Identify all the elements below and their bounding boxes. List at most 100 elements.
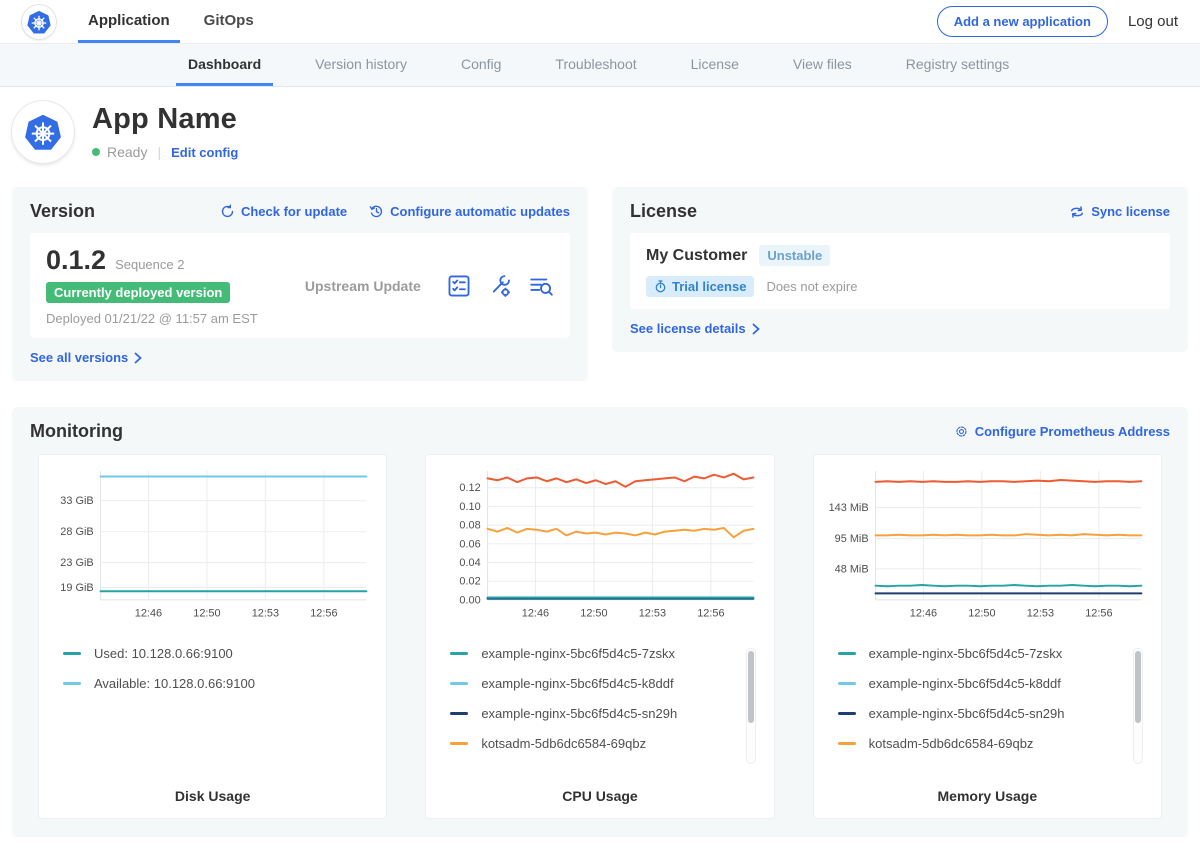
chevron-right-icon (134, 352, 142, 364)
version-card-title: Version (30, 201, 95, 222)
checklist-icon (446, 273, 472, 299)
legend-scrollbar-thumb[interactable] (1135, 651, 1141, 723)
legend-color-dash (63, 652, 81, 655)
y-axis-tick-label: 23 GiB (60, 557, 93, 569)
y-axis-tick-label: 19 GiB (60, 582, 93, 594)
configure-automatic-updates-label: Configure automatic updates (390, 204, 570, 219)
legend-label: example-nginx-5bc6f5d4c5-sn29h (481, 706, 677, 721)
legend-item: example-nginx-5bc6f5d4c5-k8ddf (838, 676, 1151, 691)
x-axis-tick-label: 12:46 (135, 608, 162, 620)
subnav-tab-view-files[interactable]: View files (781, 44, 864, 86)
version-card: Version Check for update Configure autom… (12, 187, 588, 381)
x-axis-tick-label: 12:50 (581, 608, 608, 620)
see-license-details-link[interactable]: See license details (630, 321, 760, 336)
version-number: 0.1.2 (46, 245, 106, 276)
x-axis-tick-label: 12:56 (698, 608, 725, 620)
tab-gitops[interactable]: GitOps (194, 0, 264, 43)
subnav-tab-registry-settings[interactable]: Registry settings (894, 44, 1021, 86)
app-subnav: Dashboard Version history Config Trouble… (0, 44, 1200, 87)
disk-usage-plot[interactable]: 33 GiB28 GiB23 GiB19 GiB12:4612:5012:531… (49, 463, 376, 636)
divider: | (157, 144, 161, 160)
legend-item: example-nginx-5bc6f5d4c5-k8ddf (450, 676, 763, 691)
update-type-label: Upstream Update (280, 278, 446, 294)
subnav-tab-dashboard[interactable]: Dashboard (176, 44, 273, 86)
series-line (875, 480, 1141, 482)
subnav-tab-license[interactable]: License (679, 44, 751, 86)
subnav-tab-troubleshoot[interactable]: Troubleshoot (543, 44, 648, 86)
y-axis-tick-label: 143 MiB (828, 502, 868, 514)
legend-scrollbar-track (1133, 648, 1143, 764)
y-axis-tick-label: 48 MiB (834, 563, 868, 575)
legend-label: example-nginx-5bc6f5d4c5-sn29h (869, 706, 1065, 721)
legend-item: kotsadm-5db6dc6584-69qbz (450, 736, 763, 751)
app-avatar-kubernetes-icon (12, 101, 74, 163)
legend-color-dash (838, 652, 856, 655)
x-axis-tick-label: 12:50 (193, 608, 220, 620)
legend-label: example-nginx-5bc6f5d4c5-k8ddf (869, 676, 1061, 691)
x-axis-tick-label: 12:56 (310, 608, 337, 620)
monitoring-title: Monitoring (30, 421, 123, 442)
x-axis-tick-label: 12:53 (252, 608, 279, 620)
status-dot-icon (92, 148, 100, 156)
check-for-update-link[interactable]: Check for update (220, 204, 347, 219)
cpu-usage-chart-card: 0.120.100.080.060.040.020.0012:4612:5012… (425, 454, 774, 819)
series-line (875, 534, 1141, 535)
sync-icon (1069, 205, 1085, 219)
tab-application[interactable]: Application (78, 0, 180, 43)
topnav-tabs: Application GitOps (78, 0, 278, 43)
chevron-right-icon (752, 323, 760, 335)
x-axis-tick-label: 12:46 (909, 608, 936, 620)
legend-label: kotsadm-5db6dc6584-69qbz (481, 736, 646, 751)
series-line (488, 474, 754, 487)
sync-license-label: Sync license (1091, 204, 1170, 219)
configure-automatic-updates-link[interactable]: Configure automatic updates (369, 204, 570, 219)
check-for-update-label: Check for update (241, 204, 347, 219)
subnav-tab-version-history[interactable]: Version history (303, 44, 419, 86)
view-yaml-files-button[interactable] (528, 273, 554, 299)
y-axis-tick-label: 0.02 (460, 576, 481, 588)
y-axis-tick-label: 0.08 (460, 520, 481, 532)
currently-deployed-badge: Currently deployed version (46, 282, 230, 303)
preflight-checks-button[interactable] (446, 273, 472, 299)
see-all-versions-link[interactable]: See all versions (30, 350, 142, 365)
logout-button[interactable]: Log out (1128, 13, 1178, 30)
legend-color-dash (838, 712, 856, 715)
edit-config-link[interactable]: Edit config (171, 145, 238, 160)
legend-color-dash (63, 682, 81, 685)
gear-icon (954, 424, 969, 439)
add-application-button[interactable]: Add a new application (937, 6, 1108, 37)
license-card: License Sync license My Customer Unstabl… (612, 187, 1188, 352)
x-axis-tick-label: 12:53 (1026, 608, 1053, 620)
legend-item: Used: 10.128.0.66:9100 (63, 646, 376, 661)
legend-label: example-nginx-5bc6f5d4c5-7zskx (481, 646, 675, 661)
legend-label: Available: 10.128.0.66:9100 (94, 676, 255, 691)
y-axis-tick-label: 0.06 (460, 538, 481, 550)
app-status: Ready (107, 144, 147, 160)
legend-color-dash (838, 682, 856, 685)
legend-item: example-nginx-5bc6f5d4c5-7zskx (450, 646, 763, 661)
sync-license-link[interactable]: Sync license (1069, 204, 1170, 219)
legend-scrollbar-thumb[interactable] (748, 651, 754, 723)
disk-usage-legend: Used: 10.128.0.66:9100 Available: 10.128.… (49, 646, 376, 774)
x-axis-tick-label: 12:56 (1085, 608, 1112, 620)
top-navbar: Application GitOps Add a new application… (0, 0, 1200, 44)
brand[interactable] (22, 0, 56, 43)
configure-prometheus-link[interactable]: Configure Prometheus Address (954, 424, 1170, 439)
memory-usage-plot[interactable]: 143 MiB95 MiB48 MiB12:4612:5012:5312:56 (824, 463, 1151, 636)
license-card-title: License (630, 201, 697, 222)
license-expiry: Does not expire (766, 279, 857, 294)
view-config-button[interactable] (487, 273, 513, 299)
subnav-tab-config[interactable]: Config (449, 44, 513, 86)
wrench-gear-icon (487, 273, 513, 299)
tab-application-label: Application (88, 12, 170, 29)
x-axis-tick-label: 12:46 (522, 608, 549, 620)
y-axis-tick-label: 95 MiB (834, 533, 868, 545)
legend-color-dash (450, 682, 468, 685)
x-axis-tick-label: 12:53 (639, 608, 666, 620)
y-axis-tick-label: 33 GiB (60, 495, 93, 507)
legend-color-dash (450, 712, 468, 715)
legend-item: Available: 10.128.0.66:9100 (63, 676, 376, 691)
cpu-usage-plot[interactable]: 0.120.100.080.060.040.020.0012:4612:5012… (436, 463, 763, 636)
legend-label: example-nginx-5bc6f5d4c5-k8ddf (481, 676, 673, 691)
legend-color-dash (838, 742, 856, 745)
